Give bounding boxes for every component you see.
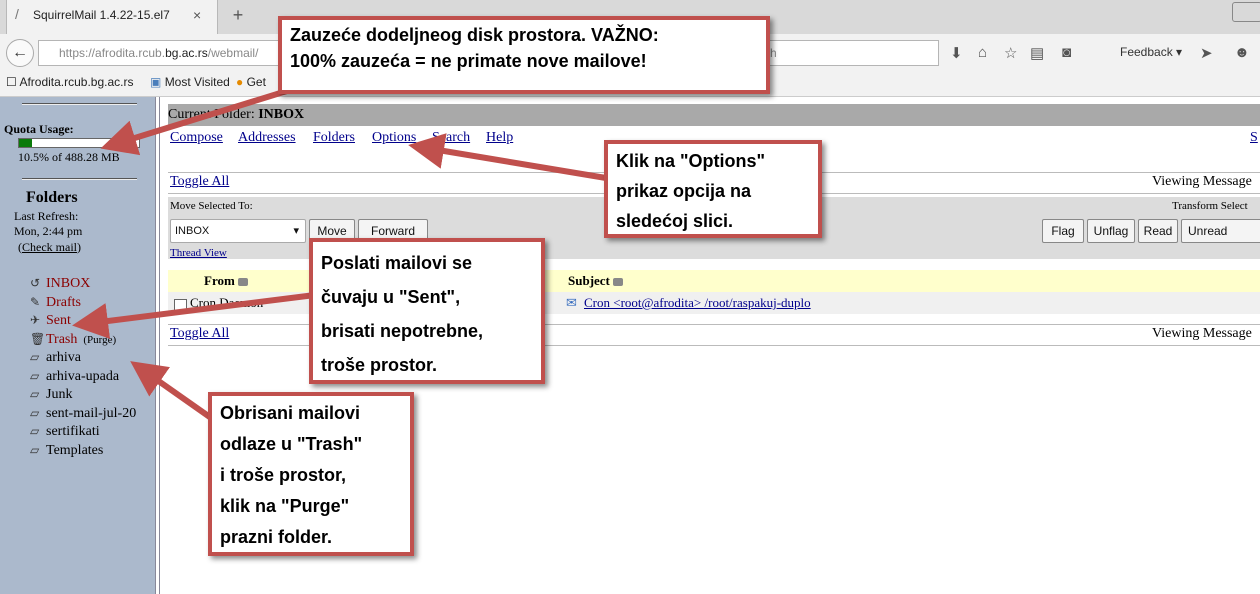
callout-line: prazni folder. <box>220 527 333 547</box>
arrow-to-sent <box>72 292 316 339</box>
callout-line: Poslati mailovi se <box>321 253 473 273</box>
callout-quota: Zauzeće dodeljneog disk prostora. VAŽNO:… <box>278 16 770 94</box>
arrow-to-quota <box>100 87 291 156</box>
callout-line: odlaze u "Trash" <box>220 434 363 454</box>
callout-line: brisati nepotrebne, <box>321 321 484 341</box>
callout-sent: Poslati mailovi se čuvaju u "Sent", bris… <box>309 238 545 384</box>
arrow-to-trash <box>130 361 216 423</box>
callout-trash: Obrisani mailovi odlaze u "Trash" i troš… <box>208 392 414 556</box>
callout-line: klik na "Purge" <box>220 496 350 516</box>
callout-line: čuvaju u "Sent", <box>321 287 461 307</box>
callout-line: sledećoj slici. <box>616 211 734 231</box>
callout-line: 100% zauzeća = ne primate nove mailove! <box>290 51 647 71</box>
callout-line: Obrisani mailovi <box>220 403 361 423</box>
callout-line: troše prostor. <box>321 355 438 375</box>
callout-options: Klik na "Options" prikaz opcija na slede… <box>604 140 822 238</box>
callout-line: prikaz opcija na <box>616 181 752 201</box>
callout-line: Klik na "Options" <box>616 151 766 171</box>
callout-line: i troše prostor, <box>220 465 347 485</box>
arrow-to-options <box>408 133 607 181</box>
callout-line: Zauzeće dodeljneog disk prostora. VAŽNO: <box>290 25 659 45</box>
